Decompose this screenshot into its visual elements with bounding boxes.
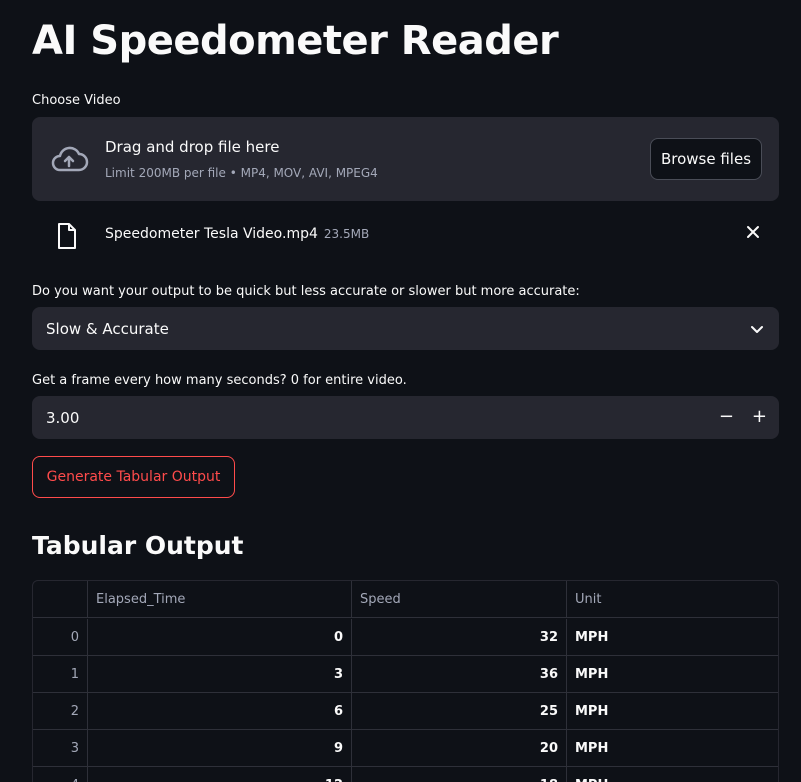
speed-cell[interactable]: 36 xyxy=(352,656,567,693)
row-index: 1 xyxy=(33,656,88,693)
mode-label: Do you want your output to be quick but … xyxy=(32,284,580,299)
unit-cell[interactable]: MPH xyxy=(567,730,778,767)
unit-cell[interactable]: MPH xyxy=(567,619,778,656)
dropzone-limit-text: Limit 200MB per file • MP4, MOV, AVI, MP… xyxy=(105,166,378,180)
dropzone-title: Drag and drop file here xyxy=(105,138,280,156)
browse-files-button[interactable]: Browse files xyxy=(650,138,762,180)
interval-label: Get a frame every how many seconds? 0 fo… xyxy=(32,373,407,388)
unit-cell[interactable]: MPH xyxy=(567,767,778,782)
unit-header[interactable]: Unit xyxy=(567,581,778,618)
table-row: 4 12 18 MPH xyxy=(33,767,778,782)
speed-header[interactable]: Speed xyxy=(352,581,567,618)
page-title: AI Speedometer Reader xyxy=(32,18,559,64)
speed-cell[interactable]: 25 xyxy=(352,693,567,730)
mode-select[interactable]: Slow & Accurate xyxy=(32,307,779,350)
file-icon xyxy=(56,222,78,254)
elapsed-time-cell[interactable]: 9 xyxy=(88,730,352,767)
unit-cell[interactable]: MPH xyxy=(567,693,778,730)
table-header-row: Elapsed_Time Speed Unit xyxy=(33,581,778,618)
close-icon[interactable] xyxy=(745,224,761,244)
interval-number-input[interactable]: 3.00 − + xyxy=(32,396,779,439)
elapsed-time-cell[interactable]: 12 xyxy=(88,767,352,782)
increment-button[interactable]: + xyxy=(752,406,767,427)
index-header xyxy=(33,581,88,618)
elapsed-time-cell[interactable]: 0 xyxy=(88,619,352,656)
interval-value[interactable]: 3.00 xyxy=(46,409,79,427)
mode-selected-value: Slow & Accurate xyxy=(46,320,169,338)
generate-tabular-output-button[interactable]: Generate Tabular Output xyxy=(32,456,235,498)
tabular-output-heading: Tabular Output xyxy=(32,531,244,560)
elapsed-time-cell[interactable]: 6 xyxy=(88,693,352,730)
file-dropzone[interactable]: Drag and drop file here Limit 200MB per … xyxy=(32,117,779,201)
speed-cell[interactable]: 20 xyxy=(352,730,567,767)
speed-cell[interactable]: 32 xyxy=(352,619,567,656)
file-size: 23.5MB xyxy=(323,227,370,241)
table-row: 1 3 36 MPH xyxy=(33,656,778,693)
elapsed-time-header[interactable]: Elapsed_Time xyxy=(88,581,352,618)
table-row: 3 9 20 MPH xyxy=(33,730,778,767)
row-index: 4 xyxy=(33,767,88,782)
speed-cell[interactable]: 18 xyxy=(352,767,567,782)
row-index: 0 xyxy=(33,619,88,656)
decrement-button[interactable]: − xyxy=(719,406,734,427)
table-row: 2 6 25 MPH xyxy=(33,693,778,730)
unit-cell[interactable]: MPH xyxy=(567,656,778,693)
uploader-label: Choose Video xyxy=(32,93,121,108)
elapsed-time-cell[interactable]: 3 xyxy=(88,656,352,693)
table-row: 0 0 32 MPH xyxy=(33,619,778,656)
uploaded-file-row: Speedometer Tesla Video.mp4 23.5MB xyxy=(32,216,779,256)
chevron-down-icon xyxy=(749,321,765,341)
cloud-upload-icon xyxy=(49,144,89,178)
row-index: 2 xyxy=(33,693,88,730)
row-index: 3 xyxy=(33,730,88,767)
file-name-text: Speedometer Tesla Video.mp4 xyxy=(105,226,318,242)
uploaded-file-name: Speedometer Tesla Video.mp4 23.5MB xyxy=(105,226,369,242)
output-table[interactable]: Elapsed_Time Speed Unit 0 0 32 MPH 1 3 3… xyxy=(32,580,779,782)
